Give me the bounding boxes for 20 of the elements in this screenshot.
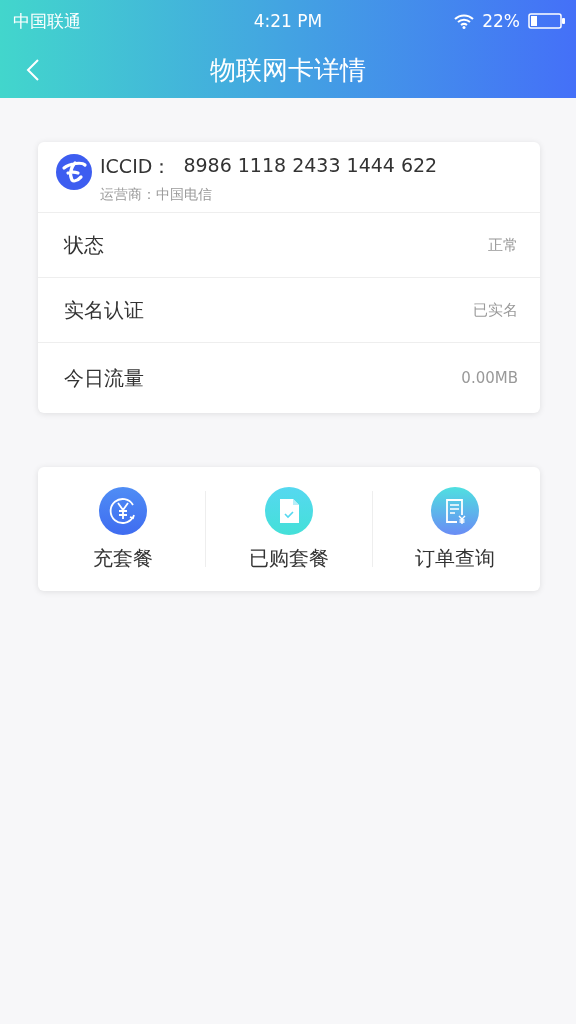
- iccid-label: ICCID：: [100, 154, 172, 179]
- row-value: 0.00MB: [461, 369, 518, 387]
- page-title: 物联网卡详情: [210, 53, 366, 87]
- row-value: 已实名: [473, 300, 518, 320]
- row-label: 今日流量: [64, 364, 144, 392]
- wifi-icon: [454, 13, 475, 29]
- battery-percent: 22%: [482, 11, 520, 31]
- row-label: 状态: [64, 231, 104, 259]
- action-button[interactable]: 已购套餐: [206, 486, 372, 572]
- row-label: 实名认证: [64, 296, 144, 324]
- iccid-number: 8986 1118 2433 1444 622: [183, 154, 438, 178]
- carrier-name: 中国联通: [13, 9, 81, 33]
- row-value: 正常: [488, 235, 518, 255]
- action-button[interactable]: 订单查询: [372, 486, 538, 572]
- operator-logo-icon: [56, 154, 92, 190]
- operator-text: 运营商：中国电信: [100, 186, 213, 204]
- document-check-icon: [265, 486, 313, 535]
- battery-icon: [528, 13, 566, 29]
- action-button[interactable]: 充套餐: [40, 486, 206, 572]
- status-time: 4:21 PM: [253, 11, 323, 31]
